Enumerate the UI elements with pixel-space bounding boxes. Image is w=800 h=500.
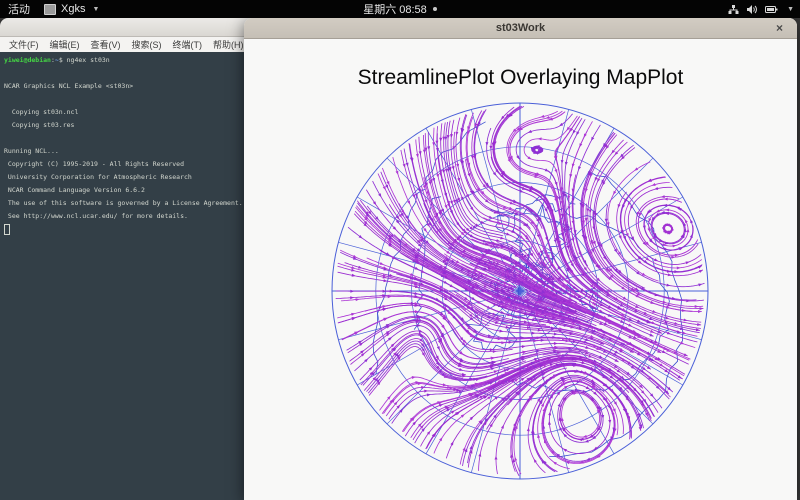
prompt-user-host: yiwei@debian (4, 56, 51, 64)
notification-dot-icon (432, 7, 437, 11)
menu-item[interactable]: 终端(T) (173, 38, 203, 51)
system-status-area[interactable]: ▼ (728, 0, 794, 18)
plot-canvas: StreamlinePlot Overlaying MapPlot (244, 39, 797, 500)
app-menu-label: Xgks (61, 3, 86, 15)
menu-item[interactable]: 查看(V) (91, 38, 121, 51)
top-bar: 活动 Xgks ▼ 星期六 08:58 ▼ (0, 0, 800, 18)
clock[interactable]: 星期六 08:58 (363, 1, 427, 17)
system-menu-caret-icon: ▼ (787, 5, 794, 13)
terminal-cursor (4, 224, 10, 235)
battery-icon (765, 5, 778, 13)
menu-item[interactable]: 编辑(E) (50, 38, 80, 51)
menu-item[interactable]: 帮助(H) (213, 38, 244, 51)
menu-item[interactable]: 搜索(S) (132, 38, 162, 51)
app-menu-button[interactable]: Xgks ▼ (44, 3, 99, 15)
menu-item[interactable]: 文件(F) (9, 38, 39, 51)
network-icon (728, 4, 739, 14)
chevron-down-icon: ▼ (92, 5, 100, 13)
plot-window: st03Work × StreamlinePlot Overlaying Map… (244, 18, 797, 500)
prompt-command: ng4ex st03n (66, 56, 110, 64)
desktop: 活动 Xgks ▼ 星期六 08:58 ▼ 文件(F) 编辑(E) 查看(V) … (0, 0, 800, 500)
close-icon[interactable]: × (772, 18, 787, 38)
streamline-map (331, 102, 709, 480)
activities-button[interactable]: 活动 (8, 1, 30, 17)
plot-titlebar[interactable]: st03Work × (244, 18, 797, 39)
window-title: st03Work (495, 22, 546, 34)
volume-icon (747, 4, 757, 14)
app-window-icon (44, 3, 56, 15)
